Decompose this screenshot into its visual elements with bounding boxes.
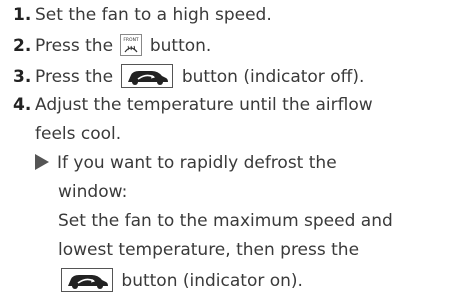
step-text-after: button. — [149, 36, 212, 56]
recirculation-icon — [121, 64, 174, 88]
step-number: 4. — [13, 95, 32, 115]
step-number: 1. — [13, 5, 32, 25]
step-4-continuation: feels cool. — [35, 124, 122, 144]
step-2: 2. Press the FRONT button. — [13, 34, 211, 58]
step-text-after: button (indicator off). — [181, 67, 365, 87]
instruction-page: 1. Set the fan to a high speed. 2. Press t… — [0, 0, 467, 305]
note-line-2: window: — [58, 182, 128, 202]
note-line-4: lowest temperature, then press the — [58, 240, 360, 260]
step-text: Adjust the temperature until the airflow — [35, 95, 373, 115]
note-line-5: button (indicator on). — [58, 268, 303, 293]
step-text: Set the fan to a high speed. — [35, 5, 272, 25]
step-4: 4. Adjust the temperature until the airfl… — [13, 94, 373, 117]
front-defrost-icon: FRONT — [120, 34, 143, 56]
arrow-right-icon — [35, 154, 49, 170]
note-line-3: Set the fan to the maximum speed and — [58, 211, 393, 231]
step-text-before: Press the — [35, 36, 114, 56]
note-text: If you want to rapidly defrost the — [57, 153, 337, 173]
note-line-1: If you want to rapidly defrost the — [35, 152, 337, 175]
recirculation-icon — [61, 268, 113, 292]
step-3: 3. Press the button (indicator off). — [13, 64, 364, 89]
front-label: FRONT — [124, 37, 140, 43]
step-1: 1. Set the fan to a high speed. — [13, 4, 272, 27]
step-number: 3. — [13, 67, 32, 87]
note-text-after: button (indicator on). — [121, 271, 303, 291]
step-text-before: Press the — [35, 67, 114, 87]
step-number: 2. — [13, 36, 32, 56]
